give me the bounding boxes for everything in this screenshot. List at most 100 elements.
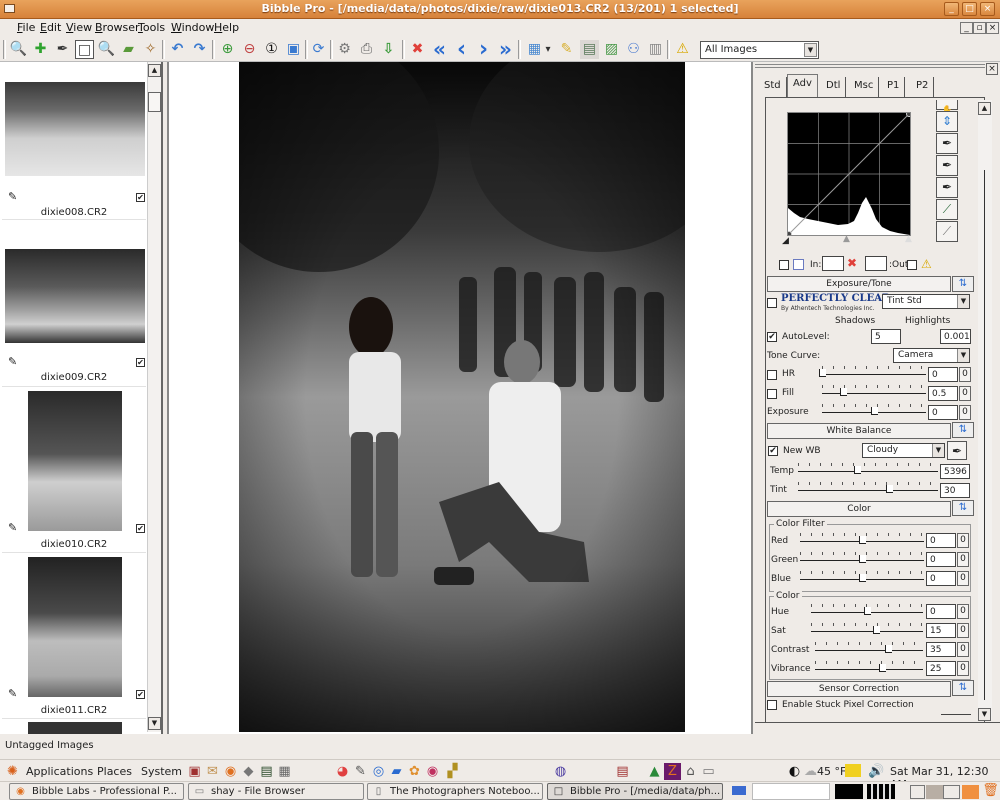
exposure-field[interactable]: 0 (928, 405, 958, 420)
filezilla-launcher-icon[interactable]: Z (664, 763, 681, 780)
tab-dtl[interactable]: Dtl (821, 77, 847, 97)
wb-eyedropper-icon[interactable]: ✒ (947, 441, 967, 460)
slider-thumb[interactable] (871, 407, 878, 415)
panel-close-icon[interactable]: × (986, 63, 998, 75)
slider-thumb[interactable] (853, 466, 861, 474)
swap-arrows-icon[interactable]: ⇕ (936, 111, 958, 132)
section-toggle-icon[interactable]: ⇅ (952, 276, 974, 292)
workspace-1[interactable] (910, 785, 925, 799)
hr-field[interactable]: 0 (928, 367, 958, 382)
process-queue-icon[interactable]: ⚇ (624, 40, 643, 59)
screenshot-launcher-icon[interactable]: ▣ (186, 763, 203, 780)
vibrance-reset-button[interactable]: 0 (957, 661, 969, 676)
new-wb-checkbox[interactable]: ✔ (768, 446, 778, 456)
pencil-icon[interactable]: ✎ (8, 687, 17, 700)
update-notifier-icon[interactable]: ▤ (614, 763, 631, 780)
notes-applet-icon[interactable] (845, 764, 861, 777)
mdi-minimize-button[interactable]: _ (960, 22, 973, 34)
hue-slider[interactable] (811, 603, 923, 617)
close-button[interactable]: × (980, 2, 995, 16)
hue-field[interactable]: 0 (926, 604, 956, 619)
menu-help[interactable]: Help (214, 21, 239, 34)
refresh-icon[interactable]: ⟳ (309, 40, 328, 59)
menu-browser[interactable]: Browser (95, 21, 140, 34)
firefox-launcher-icon[interactable]: ◉ (222, 763, 239, 780)
task-bibble-labs[interactable]: ◉ Bibble Labs - Professional P... (9, 783, 184, 800)
export-icon[interactable]: ⇩ (379, 40, 398, 59)
info-panel-icon[interactable]: ▥ (646, 40, 665, 59)
gimp-launcher-icon[interactable]: ✎ (352, 763, 369, 780)
green-reset-button[interactable]: 0 (957, 552, 969, 567)
hue-reset-button[interactable]: 0 (957, 604, 969, 619)
applications-menu[interactable]: Applications (26, 765, 93, 778)
sat-field[interactable]: 15 (926, 623, 956, 638)
out-checkbox[interactable] (907, 260, 917, 270)
show-desktop-icon[interactable] (732, 786, 746, 795)
zoom-100-icon[interactable]: ① (262, 40, 281, 59)
sat-slider[interactable] (811, 622, 923, 636)
thumbnail-image[interactable] (28, 557, 122, 697)
tag-checkbox[interactable]: ✔ (136, 524, 145, 533)
hr-slider[interactable] (819, 365, 926, 379)
section-color[interactable]: Color (767, 501, 951, 517)
thumbnail-view-icon[interactable]: ▤ (580, 40, 599, 59)
black-point-marker[interactable]: ◢ (782, 236, 789, 246)
weather-temperature[interactable]: 45 °F (817, 765, 846, 778)
white-point-marker[interactable]: ▲ (905, 234, 912, 244)
zoom-fit-icon[interactable]: ▣ (284, 40, 303, 59)
tab-std[interactable]: Std (759, 77, 787, 97)
volume-icon[interactable]: 🔊 (868, 763, 885, 780)
vibrance-slider[interactable] (815, 660, 923, 674)
slider-thumb[interactable] (872, 626, 880, 634)
crop-tool-icon[interactable]: □ (75, 40, 94, 59)
network-manager-icon[interactable]: ▲ (646, 763, 663, 780)
mdi-restore-button[interactable]: ▫ (973, 22, 986, 34)
panel-scrollbar[interactable]: ▲ ▼ (978, 100, 992, 721)
eyedropper-tool-icon[interactable]: ✒ (53, 40, 72, 59)
section-toggle-icon[interactable]: ⇅ (952, 500, 974, 516)
tab-p1[interactable]: P1 (882, 77, 906, 97)
slider-thumb[interactable] (819, 369, 826, 377)
panel-search-field[interactable] (752, 783, 830, 800)
chevron-down-icon[interactable]: ▼ (957, 295, 969, 308)
maximize-button[interactable]: □ (962, 2, 977, 16)
zoom-region-icon[interactable]: 🔍 (97, 40, 116, 59)
slider-thumb[interactable] (886, 485, 893, 493)
fill-slider[interactable] (822, 384, 926, 398)
scroll-down-button[interactable]: ▼ (978, 708, 991, 721)
contrast-slider[interactable] (815, 641, 923, 655)
gray-eyedropper-icon[interactable]: ✒ (936, 155, 958, 176)
autolevel-checkbox[interactable]: ✔ (767, 332, 777, 342)
levels-preview-icon[interactable] (793, 259, 804, 270)
curve-histogram[interactable] (786, 111, 912, 237)
zoom-tool-icon[interactable]: 🔍 (9, 40, 28, 59)
thumbnail-image[interactable] (5, 82, 145, 176)
thumbnail-item[interactable]: ✎ ✔ dixie009.CR2 (2, 220, 146, 387)
next-image-icon[interactable]: › (474, 39, 493, 61)
minimize-button[interactable]: _ (944, 2, 959, 16)
temp-field[interactable]: 5396 (940, 464, 970, 479)
terminal-launcher-icon[interactable]: ▤ (258, 763, 275, 780)
slider-thumb[interactable] (878, 664, 886, 672)
slider-thumb[interactable] (839, 388, 847, 396)
task-bibble-pro[interactable]: □ Bibble Pro - [/media/data/ph... (547, 783, 723, 800)
scroll-down-button[interactable]: ▼ (148, 717, 161, 730)
tag-checkbox[interactable]: ✔ (136, 358, 145, 367)
undo-icon[interactable]: ↶ (168, 40, 187, 59)
mail-launcher-icon[interactable]: ✉ (204, 763, 221, 780)
network-icon[interactable]: ⌂ (682, 763, 699, 780)
curve-pen-dark-icon[interactable]: ⟋ (936, 199, 958, 220)
delete-icon[interactable]: ✖ (408, 40, 427, 59)
green-field[interactable]: 0 (926, 552, 956, 567)
stuck-pixel-checkbox[interactable] (767, 700, 777, 710)
menu-file[interactable]: File (17, 21, 35, 34)
image-view-icon[interactable]: ▨ (602, 40, 621, 59)
magic-wand-icon[interactable]: ✧ (141, 40, 160, 59)
red-reset-button[interactable]: 0 (957, 533, 969, 548)
previous-image-icon[interactable]: ‹ (452, 39, 471, 61)
scrollbar-thumb[interactable] (148, 92, 161, 112)
slider-thumb[interactable] (885, 645, 893, 653)
scrollbar-track[interactable] (984, 170, 985, 700)
red-slider[interactable] (800, 532, 924, 546)
blue-reset-button[interactable]: 0 (957, 571, 969, 586)
